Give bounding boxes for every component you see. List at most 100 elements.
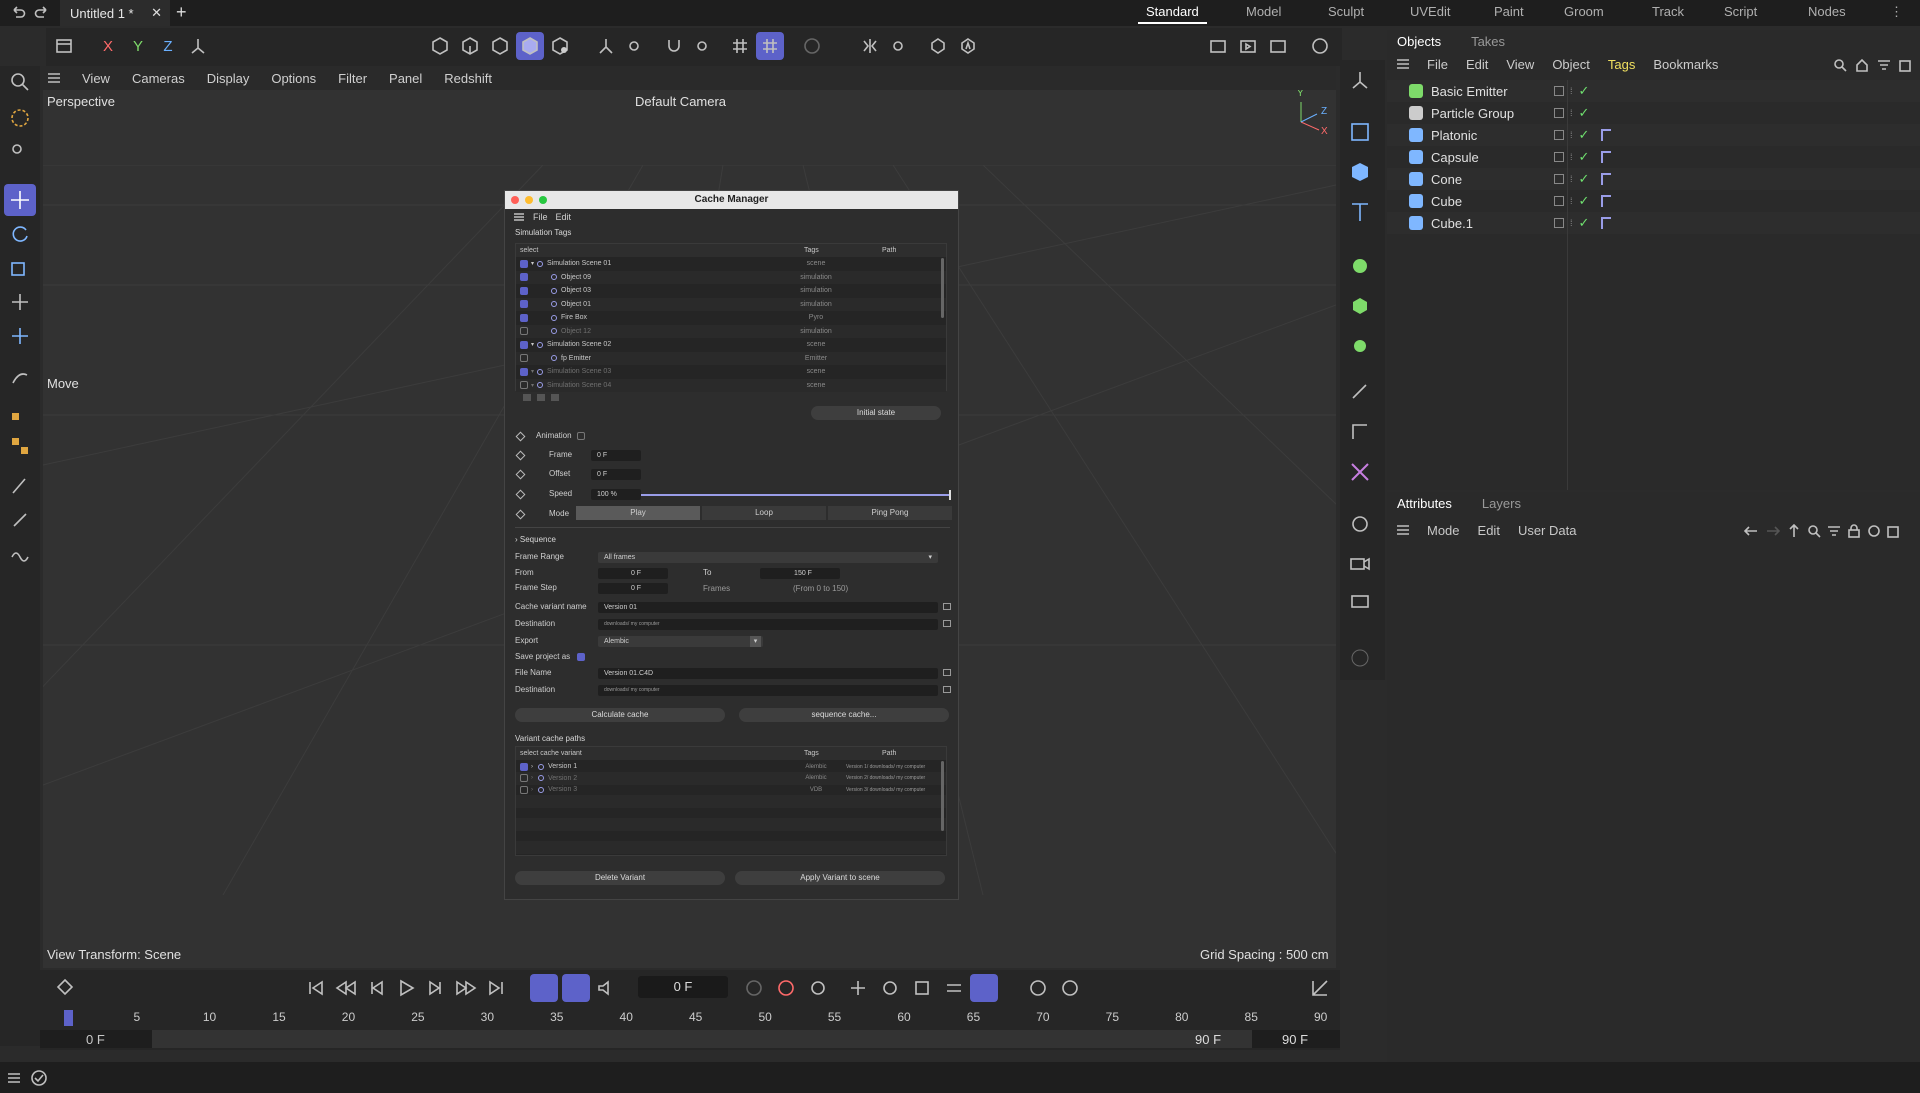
frame-range-dropdown[interactable]: All frames ▾ [598,552,938,563]
dialog-hamburger-icon[interactable] [513,212,525,222]
save-project-checkbox[interactable] [577,653,585,661]
range-start-field[interactable]: 0 F [86,1032,105,1047]
table-row[interactable]: Object 12 simulation [516,324,946,338]
objects-menu-item[interactable]: Tags [1608,57,1635,72]
row-checkbox[interactable] [520,381,528,389]
initial-state-button[interactable]: Initial state [811,406,941,420]
play-icon[interactable] [394,976,418,1000]
destination2-folder-icon[interactable] [943,686,951,693]
row-checkbox[interactable] [520,259,528,268]
rotate-tool-icon[interactable] [4,218,36,250]
speed-key-icon[interactable] [515,489,526,500]
objects-hamburger-icon[interactable] [1395,56,1411,72]
visibility-dots-icon[interactable]: ⁞ [1570,218,1573,228]
range-slider[interactable] [152,1030,1252,1048]
attributes-menu-item[interactable]: Mode [1427,523,1460,538]
generator-icon[interactable] [1344,250,1376,282]
edit-visibility-icon[interactable] [1554,86,1564,96]
viewport-hamburger-icon[interactable] [46,70,62,86]
mode-option[interactable]: Play [576,506,700,520]
points-mode-icon[interactable] [426,32,454,60]
back-arrow-icon[interactable] [1743,524,1759,538]
attributes-tab[interactable]: Layers [1482,496,1521,511]
layout-tab[interactable]: Script [1724,4,1757,19]
knife-icon[interactable] [4,504,36,536]
go-to-start-icon[interactable] [304,976,328,1000]
light-icon[interactable] [1344,508,1376,540]
null-object-icon[interactable] [1344,64,1376,96]
edit-visibility-icon[interactable] [1554,152,1564,162]
row-checkbox[interactable] [520,313,528,322]
tag-icon[interactable] [1601,173,1612,185]
frame-field[interactable]: 0 F [591,450,641,461]
viewport-menu-item[interactable]: Redshift [444,71,492,86]
layout-tab[interactable]: Nodes [1808,4,1846,19]
playhead[interactable] [64,1010,73,1026]
lock-icon[interactable] [1847,524,1861,538]
offset-field[interactable]: 0 F [591,469,641,480]
keyframe-settings-icon[interactable] [808,978,828,998]
row-checkbox[interactable] [520,340,528,349]
next-frame-icon[interactable] [424,976,448,1000]
variant-scrollbar[interactable] [941,761,944,831]
edit-visibility-icon[interactable] [1554,218,1564,228]
symmetry-icon[interactable] [856,32,884,60]
spline-primitive-icon[interactable] [1344,116,1376,148]
enabled-check-icon[interactable]: ✓ [1579,83,1590,99]
row-checkbox[interactable] [520,354,528,362]
row-checkbox[interactable] [520,286,528,295]
table-scrollbar[interactable] [941,258,944,318]
mode-option[interactable]: Loop [702,506,826,520]
fcurve-icon[interactable] [1310,978,1330,998]
edit-visibility-icon[interactable] [1554,174,1564,184]
objects-menu-item[interactable]: File [1427,57,1448,72]
redshift-icon[interactable] [954,32,982,60]
tag-icon[interactable] [1601,151,1612,163]
expand-arrow-icon[interactable]: ▾ [531,260,534,267]
viewport-menu-item[interactable]: Display [207,71,250,86]
keyframe-diamond-icon[interactable] [56,978,74,996]
object-row[interactable]: Basic Emitter ⁞ ✓ [1387,80,1920,102]
new-tab-icon[interactable]: + [176,2,187,23]
render-picture-viewer-icon[interactable] [1234,32,1262,60]
enabled-check-icon[interactable]: ✓ [1579,193,1590,209]
previous-key-icon[interactable] [334,976,358,1000]
next-key-icon[interactable] [454,976,478,1000]
object-mode-button[interactable] [50,32,78,60]
sequence-cache-button[interactable]: sequence cache... [739,708,949,722]
destination-field[interactable]: downloads/ my computer [598,619,938,630]
enabled-check-icon[interactable]: ✓ [1579,171,1590,187]
variant-checkbox[interactable] [520,774,528,782]
expand-arrow-icon[interactable]: ▾ [531,368,534,375]
status-menu-icon[interactable] [6,1070,22,1086]
undo-icon[interactable] [10,4,26,20]
enabled-check-icon[interactable]: ✓ [1579,127,1590,143]
add-folder-icon[interactable] [523,394,531,401]
edit-visibility-icon[interactable] [1554,108,1564,118]
autokey-icon[interactable] [776,978,796,998]
row-checkbox[interactable] [520,367,528,376]
grid-icon[interactable] [726,32,754,60]
objects-menu-item[interactable]: Edit [1466,57,1488,72]
objects-tab[interactable]: Takes [1471,34,1505,49]
model-mode-icon[interactable] [516,32,544,60]
timeline-ruler[interactable]: 051015202530354045505560657075808590 [60,1010,1330,1030]
table-row[interactable]: Object 01 simulation [516,297,946,311]
offset-key-icon[interactable] [515,469,526,480]
sequence-section[interactable]: › Sequence [515,535,556,544]
attributes-menu-item[interactable]: User Data [1518,523,1577,538]
dialog-menu-item[interactable]: File [533,212,548,222]
up-arrow-icon[interactable] [1787,524,1801,538]
variant-checkbox[interactable] [520,785,528,794]
layout-icon[interactable] [1306,32,1334,60]
attributes-hamburger-icon[interactable] [1395,522,1411,538]
range-end-field[interactable]: 90 F [1282,1032,1308,1047]
file-name-folder-icon[interactable] [943,669,951,676]
cube-primitive-icon[interactable] [1344,156,1376,188]
mograph-icon[interactable] [1344,290,1376,322]
field-icon[interactable] [1344,376,1376,408]
close-tab-icon[interactable]: ✕ [151,5,162,21]
viewport-menu-item[interactable]: Panel [389,71,422,86]
search-icon[interactable] [4,66,36,98]
objects-filter-icon[interactable] [1877,58,1891,72]
